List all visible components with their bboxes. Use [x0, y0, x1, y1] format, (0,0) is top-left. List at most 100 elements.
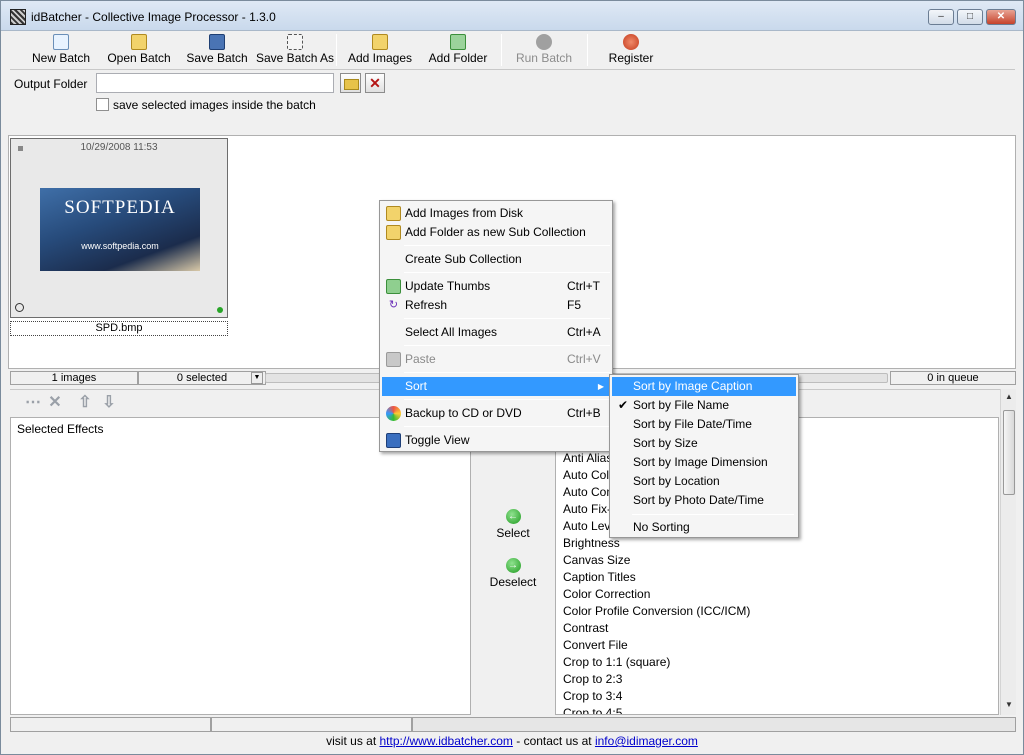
arrow-left-icon: ←	[505, 509, 521, 524]
effect-options-icon[interactable]: ⋯	[24, 394, 42, 412]
list-item[interactable]: Crop to 2:3	[563, 672, 622, 686]
zoom-icon[interactable]	[15, 303, 24, 312]
check-icon: ✔	[618, 398, 629, 412]
remove-effect-icon[interactable]: ✕	[46, 394, 64, 412]
bottom-status-bar	[10, 717, 1016, 732]
scroll-up-icon[interactable]: ▲	[1001, 389, 1017, 405]
register-icon	[623, 34, 639, 50]
add-images-button[interactable]: Add Images	[345, 32, 415, 68]
deselect-effect-button[interactable]: → Deselect	[471, 558, 555, 589]
list-item[interactable]: Color Profile Conversion (ICC/ICM)	[563, 604, 750, 618]
thumb-brand-text: SOFTPEDIA	[64, 197, 176, 218]
run-batch-icon	[536, 34, 552, 50]
image-count: 1 images	[10, 371, 138, 385]
menu-separator	[404, 372, 610, 373]
save-batch-as-button[interactable]: Save Batch As	[256, 32, 334, 68]
maximize-button[interactable]: □	[957, 9, 983, 25]
title-bar[interactable]: idBatcher - Collective Image Processor -…	[1, 1, 1023, 31]
output-panel: Output Folder ✕ save selected images ins…	[10, 69, 1015, 133]
window-title: idBatcher - Collective Image Processor -…	[31, 10, 276, 24]
list-item[interactable]: Convert File	[563, 638, 628, 652]
add-images-icon	[372, 34, 388, 50]
scroll-thumb[interactable]	[1003, 410, 1015, 495]
menu-item-update-thumbs[interactable]: Update Thumbs Ctrl+T	[382, 277, 610, 296]
minimize-button[interactable]: –	[928, 9, 954, 25]
paste-icon	[386, 352, 401, 367]
menu-item-toggle-view[interactable]: Toggle View	[382, 431, 610, 450]
menu-item-sort[interactable]: Sort ▶	[382, 377, 610, 396]
email-link[interactable]: info@idimager.com	[595, 734, 698, 748]
thumb-filename[interactable]: SPD.bmp	[10, 321, 228, 336]
menu-item-paste[interactable]: Paste Ctrl+V	[382, 350, 610, 369]
no-sorting[interactable]: No Sorting	[612, 518, 796, 537]
menu-item-select-all[interactable]: Select All Images Ctrl+A	[382, 323, 610, 342]
status-dot-icon	[217, 307, 223, 313]
list-item[interactable]: Crop to 4:5	[563, 706, 622, 714]
effects-vscroll[interactable]: ▲ ▼	[1000, 389, 1016, 715]
refresh-icon: ↻	[388, 299, 399, 311]
add-folder-button[interactable]: Add Folder	[423, 32, 493, 68]
open-batch-icon	[131, 34, 147, 50]
toolbar-separator	[501, 34, 502, 66]
gallery-context-menu: Add Images from Disk Add Folder as new S…	[379, 200, 613, 452]
save-inside-checkbox[interactable]	[96, 98, 109, 111]
list-item[interactable]: Brightness	[563, 536, 620, 550]
menu-item-add-images-from-disk[interactable]: Add Images from Disk	[382, 204, 610, 223]
list-item[interactable]: Crop to 1:1 (square)	[563, 655, 670, 669]
add-images-icon	[386, 206, 401, 221]
run-batch-button[interactable]: Run Batch	[509, 32, 579, 68]
menu-separator	[404, 345, 610, 346]
sort-by-location[interactable]: Sort by Location	[612, 472, 796, 491]
move-down-icon[interactable]: ⇩	[100, 394, 118, 412]
menu-item-backup[interactable]: Backup to CD or DVD Ctrl+B	[382, 404, 610, 423]
save-batch-button[interactable]: Save Batch	[182, 32, 252, 68]
image-thumbnail[interactable]: 10/29/2008 11:53 SOFTPEDIA www.softpedia…	[10, 138, 228, 318]
sort-by-file-date[interactable]: Sort by File Date/Time	[612, 415, 796, 434]
clear-folder-button[interactable]: ✕	[365, 73, 385, 93]
browse-folder-button[interactable]	[340, 73, 361, 93]
menu-separator	[404, 245, 610, 246]
open-batch-button[interactable]: Open Batch	[104, 32, 174, 68]
menu-item-create-sub[interactable]: Create Sub Collection	[382, 250, 610, 269]
list-item[interactable]: Canvas Size	[563, 553, 630, 567]
cd-icon	[386, 406, 401, 421]
list-item[interactable]: Auto Colo	[563, 468, 616, 482]
output-folder-input[interactable]	[96, 73, 334, 93]
website-link[interactable]: http://www.idbatcher.com	[380, 734, 513, 748]
sort-submenu: Sort by Image Caption ✔ Sort by File Nam…	[609, 374, 799, 538]
selected-effects-list[interactable]: Selected Effects	[10, 417, 471, 715]
queue-count: 0 in queue	[890, 371, 1016, 385]
save-inside-label: save selected images inside the batch	[113, 98, 316, 112]
list-item[interactable]: Color Correction	[563, 587, 650, 601]
arrow-right-icon: →	[505, 558, 521, 573]
effect-transfer-panel: ← Select → Deselect	[471, 417, 555, 715]
list-item[interactable]: Crop to 3:4	[563, 689, 622, 703]
sort-by-caption[interactable]: Sort by Image Caption	[612, 377, 796, 396]
main-toolbar: New Batch Open Batch Save Batch Save Bat…	[10, 32, 1015, 68]
menu-separator	[404, 426, 610, 427]
menu-item-refresh[interactable]: ↻ Refresh F5	[382, 296, 610, 315]
close-button[interactable]: ✕	[986, 9, 1016, 25]
sort-by-size[interactable]: Sort by Size	[612, 434, 796, 453]
register-button[interactable]: Register	[596, 32, 666, 68]
menu-item-add-folder-sub[interactable]: Add Folder as new Sub Collection	[382, 223, 610, 242]
new-batch-button[interactable]: New Batch	[26, 32, 96, 68]
selection-dropdown-icon[interactable]: ▼	[251, 372, 263, 384]
toolbar-separator	[587, 34, 588, 66]
menu-separator	[404, 272, 610, 273]
sort-by-file-name[interactable]: ✔ Sort by File Name	[612, 396, 796, 415]
thumb-image: SOFTPEDIA www.softpedia.com	[40, 188, 200, 271]
toolbar-separator	[336, 34, 337, 66]
save-batch-as-icon	[287, 34, 303, 50]
new-batch-icon	[53, 34, 69, 50]
move-up-icon[interactable]: ⇧	[76, 394, 94, 412]
footer: visit us at http://www.idbatcher.com - c…	[326, 734, 698, 748]
list-item[interactable]: Anti Alias	[563, 451, 612, 465]
sort-by-dimension[interactable]: Sort by Image Dimension	[612, 453, 796, 472]
sort-by-photo-date[interactable]: Sort by Photo Date/Time	[612, 491, 796, 510]
list-item[interactable]: Contrast	[563, 621, 608, 635]
menu-separator	[404, 399, 610, 400]
select-effect-button[interactable]: ← Select	[471, 509, 555, 540]
list-item[interactable]: Caption Titles	[563, 570, 636, 584]
scroll-down-icon[interactable]: ▼	[1001, 697, 1017, 713]
